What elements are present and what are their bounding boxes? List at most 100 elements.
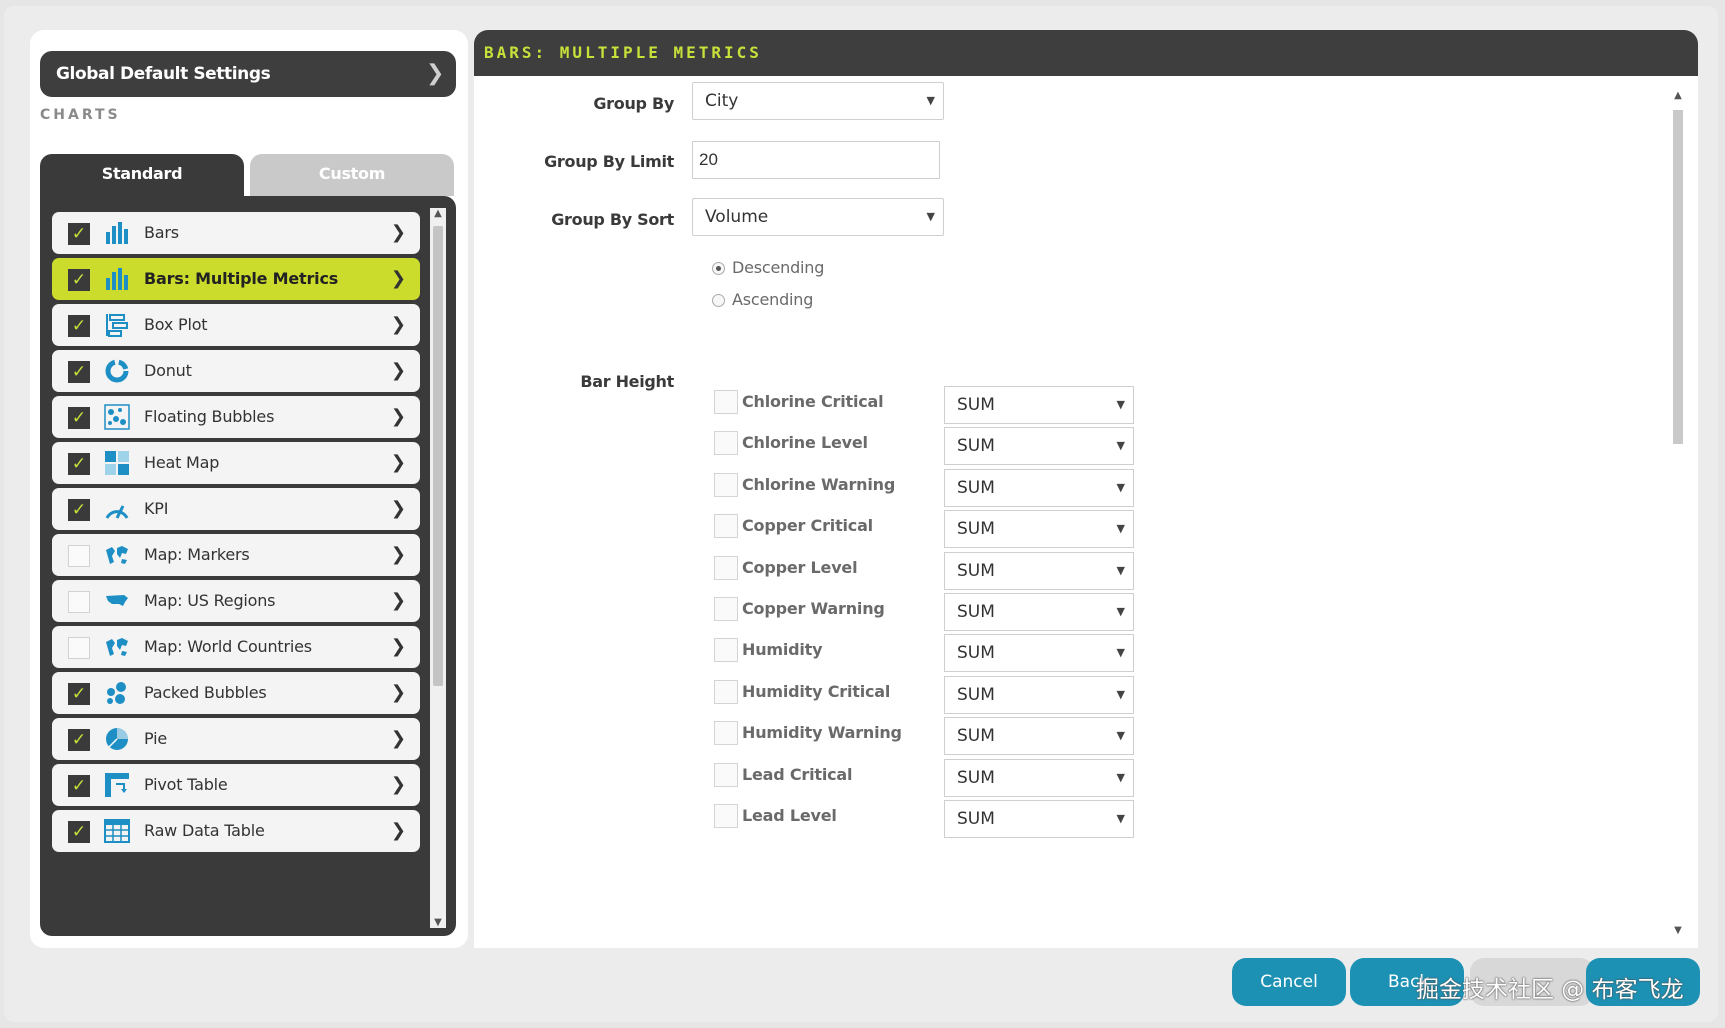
scroll-up-arrow-icon[interactable]: ▲: [430, 208, 446, 219]
metric-label: Copper Warning: [742, 599, 885, 618]
scroll-down-arrow-icon[interactable]: ▼: [1670, 925, 1686, 936]
aggregation-select[interactable]: SUM ▼: [944, 427, 1134, 466]
panel-scrollbar[interactable]: ▲ ▼: [1670, 90, 1686, 936]
dropdown-caret-icon: ▼: [1116, 605, 1125, 618]
packed-bubbles-icon: [104, 680, 130, 706]
dropdown-caret-icon: ▼: [1116, 563, 1125, 577]
global-default-settings-button[interactable]: Global Default Settings ❯: [40, 51, 456, 97]
metric-checkbox[interactable]: [714, 555, 738, 580]
ascending-radio[interactable]: [712, 294, 725, 307]
bar-chart-icon: [104, 266, 130, 292]
chart-tabs: Standard Custom: [40, 154, 456, 196]
aggregation-select[interactable]: SUM ▼: [944, 634, 1134, 673]
sidebar-item[interactable]: ✓ Box Plot ❯: [52, 304, 420, 346]
chart-enabled-checkbox[interactable]: [68, 591, 90, 613]
watermark-text: 掘金技术社区 @ 布客飞龙: [1416, 977, 1684, 1003]
sidebar-item-label: Map: US Regions: [144, 591, 276, 610]
sidebar-item[interactable]: ✓ Donut ❯: [52, 350, 420, 392]
chevron-right-icon: ❯: [425, 61, 444, 86]
chart-enabled-checkbox[interactable]: ✓: [68, 407, 90, 429]
ascending-label: Ascending: [732, 290, 814, 309]
aggregation-value: SUM: [957, 643, 995, 664]
aggregation-select[interactable]: SUM ▼: [944, 593, 1134, 631]
aggregation-select[interactable]: SUM ▼: [944, 717, 1134, 756]
chart-enabled-checkbox[interactable]: ✓: [68, 315, 90, 337]
group-by-label: Group By: [593, 94, 674, 113]
dropdown-caret-icon: ▼: [1116, 729, 1125, 743]
chart-enabled-checkbox[interactable]: ✓: [68, 223, 90, 245]
aggregation-value: SUM: [957, 436, 995, 457]
heat-map-icon: [104, 450, 130, 476]
dropdown-caret-icon: ▼: [926, 94, 935, 107]
aggregation-select[interactable]: SUM ▼: [944, 551, 1134, 590]
metric-checkbox[interactable]: [714, 721, 738, 746]
sidebar-item[interactable]: ✓ Pie ❯: [52, 718, 420, 760]
scroll-up-arrow-icon[interactable]: ▲: [1670, 90, 1686, 101]
sidebar-item[interactable]: ✓ Heat Map ❯: [52, 442, 420, 484]
chart-enabled-checkbox[interactable]: ✓: [68, 361, 90, 383]
metric-checkbox[interactable]: [714, 472, 738, 497]
chart-enabled-checkbox[interactable]: ✓: [68, 821, 90, 843]
metric-checkbox[interactable]: [714, 514, 738, 539]
chevron-right-icon: ❯: [390, 222, 406, 243]
metric-checkbox[interactable]: [714, 762, 738, 787]
dropdown-caret-icon: ▼: [1116, 480, 1125, 494]
sidebar-item[interactable]: ✓ Pivot Table ❯: [52, 764, 420, 806]
sidebar-item[interactable]: ✓ Bars ❯: [52, 212, 420, 254]
sidebar-item[interactable]: ✓ Bars: Multiple Metrics ❯: [52, 258, 420, 300]
gauge-icon: [104, 496, 130, 522]
sidebar-item[interactable]: Map: Markers ❯: [52, 534, 420, 576]
chart-enabled-checkbox[interactable]: ✓: [68, 453, 90, 475]
chart-enabled-checkbox[interactable]: [68, 545, 90, 567]
group-by-sort-select[interactable]: Volume ▼: [692, 198, 944, 236]
metric-label: Chlorine Warning: [742, 474, 896, 494]
aggregation-select[interactable]: SUM ▼: [944, 510, 1134, 549]
metric-label: Chlorine Level: [742, 433, 868, 453]
sidebar-scrollbar[interactable]: ▲ ▼: [430, 208, 446, 928]
metric-checkbox[interactable]: [714, 390, 738, 414]
aggregation-select[interactable]: SUM ▼: [944, 758, 1134, 797]
sidebar-item[interactable]: ✓ Floating Bubbles ❯: [52, 396, 420, 438]
group-by-sort-value: Volume: [705, 207, 769, 227]
sidebar-item[interactable]: ✓ Packed Bubbles ❯: [52, 672, 420, 714]
chart-enabled-checkbox[interactable]: ✓: [68, 499, 90, 521]
descending-radio[interactable]: [712, 262, 725, 275]
aggregation-select[interactable]: SUM ▼: [944, 800, 1134, 838]
chart-enabled-checkbox[interactable]: ✓: [68, 269, 90, 291]
chart-enabled-checkbox[interactable]: ✓: [68, 729, 90, 751]
dropdown-caret-icon: ▼: [1116, 770, 1125, 784]
panel-scroll-thumb[interactable]: [1673, 110, 1683, 444]
tab-custom[interactable]: Custom: [250, 154, 454, 196]
metric-checkbox[interactable]: [714, 431, 738, 456]
chart-enabled-checkbox[interactable]: ✓: [68, 683, 90, 705]
chevron-right-icon: ❯: [390, 406, 406, 427]
aggregation-select[interactable]: SUM ▼: [944, 468, 1134, 507]
sidebar-item[interactable]: ✓ Raw Data Table ❯: [52, 810, 420, 852]
aggregation-select[interactable]: SUM ▼: [944, 675, 1134, 714]
aggregation-value: SUM: [957, 726, 995, 747]
floating-bubbles-icon: [104, 404, 130, 430]
cancel-button[interactable]: Cancel: [1232, 958, 1346, 1006]
sidebar-item[interactable]: Map: US Regions ❯: [52, 580, 420, 622]
scroll-down-arrow-icon[interactable]: ▼: [430, 917, 446, 928]
chart-enabled-checkbox[interactable]: [68, 637, 90, 659]
sidebar-item[interactable]: Map: World Countries ❯: [52, 626, 420, 668]
tab-standard[interactable]: Standard: [40, 154, 244, 196]
group-by-value: City: [705, 91, 739, 111]
sidebar-scroll-thumb[interactable]: [433, 226, 443, 686]
aggregation-value: SUM: [957, 477, 995, 498]
chart-enabled-checkbox[interactable]: ✓: [68, 775, 90, 797]
panel-title: BARS: MULTIPLE METRICS: [474, 30, 1698, 76]
sidebar-item[interactable]: ✓ KPI ❯: [52, 488, 420, 530]
group-by-limit-input[interactable]: [692, 141, 940, 179]
aggregation-select[interactable]: SUM ▼: [944, 386, 1134, 424]
sidebar-item-label: Floating Bubbles: [144, 407, 275, 426]
metric-label: Lead Level: [742, 806, 837, 825]
metric-label: Chlorine Critical: [742, 392, 884, 411]
aggregation-value: SUM: [957, 767, 995, 788]
metric-checkbox[interactable]: [714, 638, 738, 663]
group-by-select[interactable]: City ▼: [692, 82, 944, 120]
metric-checkbox[interactable]: [714, 804, 738, 828]
metric-checkbox[interactable]: [714, 597, 738, 621]
metric-checkbox[interactable]: [714, 679, 738, 704]
